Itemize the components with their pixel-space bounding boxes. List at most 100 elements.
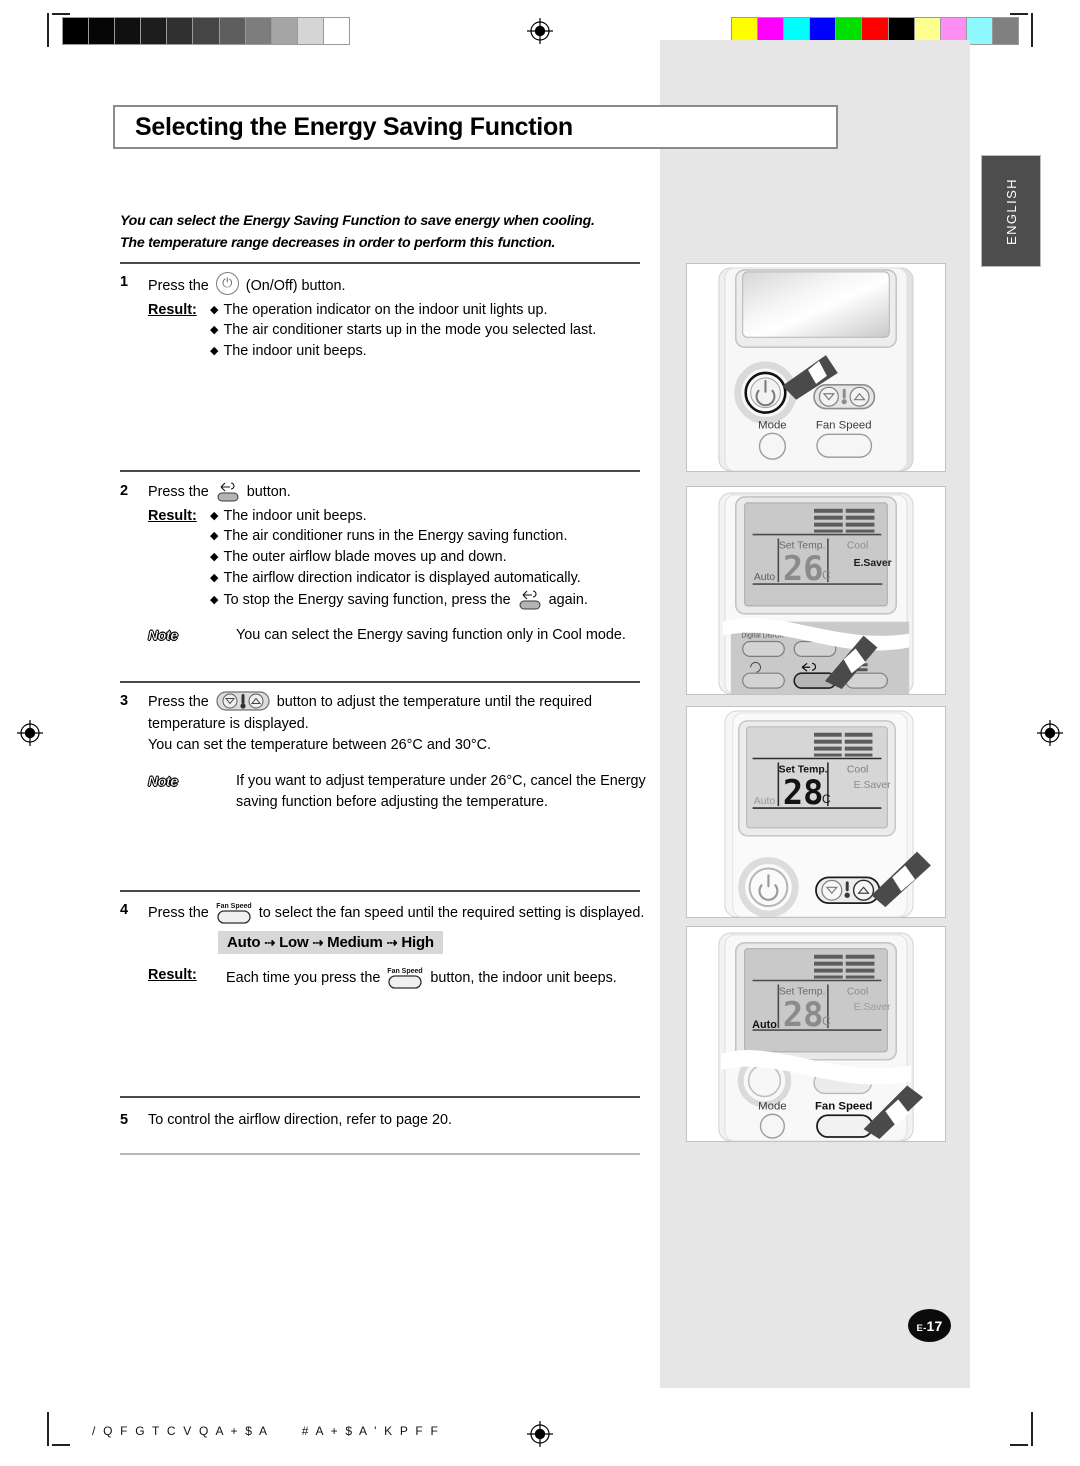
illus1-mode-label: Mode bbox=[758, 419, 786, 431]
bullet-diamond-icon: ◆ bbox=[210, 324, 219, 337]
step-3-text-after: button to adjust the temperature until t… bbox=[276, 694, 592, 710]
intro-text: You can select the Energy Saving Functio… bbox=[120, 210, 640, 254]
step-3-number: 3 bbox=[120, 693, 129, 709]
remote-esaver-button-panel: Set Temp. Cool 26 °C E.Saver Auto Digita… bbox=[686, 486, 946, 695]
crop-tick-top-left bbox=[47, 13, 49, 47]
gray-swatch-0 bbox=[63, 18, 90, 44]
intro-line-2: The temperature range decreases in order… bbox=[120, 235, 556, 251]
illus3-esaver-label: E.Saver bbox=[854, 780, 892, 791]
crop-tick-right-edge-bottom bbox=[1010, 1444, 1028, 1446]
remote-power-button-panel: Mode Fan Speed bbox=[686, 263, 946, 472]
energy-saver-button-icon bbox=[517, 589, 543, 611]
step-2-result-label: Result: bbox=[148, 507, 197, 524]
step-2-bullet-1: The indoor unit beeps. bbox=[223, 507, 367, 524]
crop-tick-left-edge-bottom bbox=[52, 1444, 70, 1446]
page-number: 17 bbox=[926, 1317, 943, 1334]
gray-swatch-10 bbox=[323, 18, 350, 44]
remote-fanspeed-illustration: Set Temp. Cool 28 °C E.Saver Auto Mode F… bbox=[687, 927, 945, 1141]
color-swatch-9 bbox=[966, 18, 993, 44]
step-4-result: Result: Each time you press the Fan Spee… bbox=[120, 965, 645, 990]
step-4-number: 4 bbox=[120, 902, 129, 918]
step-2-bullet-3: The outer airflow blade moves up and dow… bbox=[223, 549, 507, 566]
step-3-note-text: If you want to adjust temperature under … bbox=[236, 771, 646, 814]
step-2-bullet-4: The airflow direction indicator is displ… bbox=[223, 570, 581, 587]
illus1-fanspeed-label: Fan Speed bbox=[816, 419, 872, 431]
step-3-note-line-2: saving function before adjusting the tem… bbox=[236, 794, 548, 811]
step-1-bullet-1: The operation indicator on the indoor un… bbox=[223, 301, 548, 318]
divider-above-step-1 bbox=[120, 262, 640, 264]
step-4-result-before: Each time you press the bbox=[226, 970, 381, 986]
step-3-line-2: temperature is displayed. bbox=[148, 715, 309, 732]
illus4-mode-button-label: Mode bbox=[758, 1100, 786, 1112]
grayscale-calibration-strip bbox=[62, 17, 350, 45]
step-2-text-before: Press the bbox=[148, 484, 209, 500]
fan-speed-button-icon: Fan Speed bbox=[215, 900, 253, 925]
temperature-up-down-button-icon bbox=[216, 691, 270, 711]
crop-tick-top-right bbox=[1031, 13, 1033, 47]
step-1-result-bullets: ◆ The operation indicator on the indoor u… bbox=[210, 300, 645, 363]
fan-speed-medium: Medium bbox=[327, 934, 383, 951]
step-2-note-label: Note bbox=[148, 627, 179, 644]
remote-temp-illustration: Set Temp. Cool 28 °C E.Saver Auto bbox=[687, 707, 945, 917]
step-1-text-after: (On/Off) button. bbox=[245, 278, 346, 294]
crop-tick-bottom-left bbox=[47, 1412, 49, 1446]
fan-speed-button-icon: Fan Speed bbox=[386, 965, 424, 990]
gray-swatch-2 bbox=[115, 18, 142, 44]
step-2-bullet-5a: To stop the Energy saving function, pres… bbox=[223, 592, 511, 609]
divider-above-step-2 bbox=[120, 470, 640, 472]
step-4-text-before: Press the bbox=[148, 905, 209, 921]
gray-swatch-7 bbox=[245, 18, 272, 44]
registration-mark-right bbox=[1037, 720, 1063, 746]
illus4-fan-label: Auto bbox=[752, 1019, 777, 1031]
step-1: 1 Press the (On/Off) button. Result: ◆ Th… bbox=[120, 272, 645, 362]
color-swatch-10 bbox=[992, 18, 1019, 44]
divider-below-step-5 bbox=[120, 1153, 640, 1155]
illus2-esaver-label: E.Saver bbox=[854, 558, 892, 569]
gray-swatch-9 bbox=[297, 18, 324, 44]
gray-swatch-8 bbox=[271, 18, 298, 44]
step-3-text-before: Press the bbox=[148, 694, 209, 710]
step-4-text-after: to select the fan speed until the requir… bbox=[258, 905, 645, 921]
illus4-fanspeed-button-label: Fan Speed bbox=[815, 1100, 873, 1112]
illus3-fan-label: Auto bbox=[754, 796, 776, 807]
bullet-diamond-icon: ◆ bbox=[210, 509, 219, 522]
registration-mark-bottom bbox=[527, 1421, 553, 1447]
step-1-number: 1 bbox=[120, 274, 129, 290]
step-5: 5 To control the airflow direction, refe… bbox=[120, 1110, 645, 1132]
bullet-diamond-icon: ◆ bbox=[210, 345, 219, 358]
step-3-line-3: You can set the temperature between 26°C… bbox=[148, 737, 491, 754]
bullet-diamond-icon: ◆ bbox=[210, 530, 219, 543]
step-1-text-before: Press the bbox=[148, 278, 209, 294]
step-2-number: 2 bbox=[120, 483, 129, 499]
fan-speed-high: High bbox=[401, 934, 434, 951]
energy-saver-button-icon bbox=[215, 481, 241, 503]
step-3-note-label: Note bbox=[148, 772, 179, 789]
fan-speed-auto: Auto bbox=[227, 934, 261, 951]
sequence-arrow-icon: ⇢ bbox=[312, 935, 324, 950]
divider-above-step-5 bbox=[120, 1096, 640, 1098]
page-title: Selecting the Energy Saving Function bbox=[135, 112, 573, 141]
gray-swatch-4 bbox=[167, 18, 194, 44]
illus4-temp-unit: °C bbox=[817, 1014, 831, 1028]
crop-tick-right-edge-top bbox=[1010, 13, 1028, 15]
step-4-result-label: Result: bbox=[148, 967, 197, 983]
step-1-result-label: Result: bbox=[148, 301, 197, 318]
step-5-text: To control the airflow direction, refer … bbox=[148, 1112, 452, 1128]
registration-mark-top bbox=[527, 18, 553, 44]
step-2-note-text: You can select the Energy saving functio… bbox=[236, 627, 626, 644]
step-2-result-bullets: ◆ The indoor unit beeps. ◆ The air conditi… bbox=[210, 506, 645, 612]
gray-swatch-3 bbox=[141, 18, 168, 44]
sequence-arrow-icon: ⇢ bbox=[264, 935, 276, 950]
divider-above-step-3 bbox=[120, 681, 640, 683]
step-3: 3 Press the button to adjust the tempera… bbox=[120, 691, 646, 814]
page-number-badge: E-17 bbox=[908, 1309, 951, 1342]
crop-tick-bottom-right bbox=[1031, 1412, 1033, 1446]
gray-swatch-1 bbox=[89, 18, 116, 44]
illus3-mode-label: Cool bbox=[847, 764, 868, 775]
step-2-bullet-5b: again. bbox=[548, 592, 588, 609]
svg-text:Fan Speed: Fan Speed bbox=[388, 968, 423, 975]
illus2-fan-label: Auto bbox=[754, 572, 776, 583]
gray-swatch-5 bbox=[193, 18, 220, 44]
bullet-diamond-icon: ◆ bbox=[210, 303, 219, 316]
crop-tick-left-edge-top bbox=[52, 13, 70, 15]
